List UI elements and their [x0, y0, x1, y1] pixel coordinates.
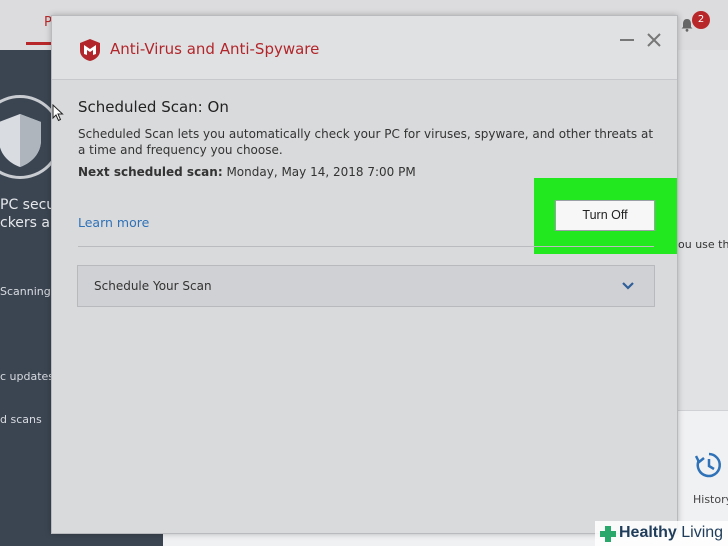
schedule-scan-accordion[interactable]: Schedule Your Scan	[77, 265, 655, 307]
watermark-bold: Healthy	[619, 524, 677, 541]
close-icon	[647, 33, 661, 47]
mcafee-logo-icon	[80, 39, 100, 61]
watermark-text: Healthy Living	[619, 524, 723, 542]
learn-more-link[interactable]: Learn more	[78, 215, 149, 230]
minimize-button[interactable]	[617, 30, 637, 50]
accordion-label: Schedule Your Scan	[94, 279, 212, 293]
plus-logo-icon	[600, 526, 616, 542]
sidebar-item-scanning[interactable]: Scanning	[0, 285, 51, 298]
anti-virus-dialog: Anti-Virus and Anti-Spyware Scheduled Sc…	[51, 15, 678, 534]
watermark: Healthy Living	[595, 521, 728, 546]
notification-badge: 2	[692, 11, 710, 29]
history-icon[interactable]	[695, 451, 723, 479]
next-scan-info: Next scheduled scan: Monday, May 14, 201…	[78, 165, 416, 179]
scan-status-heading: Scheduled Scan: On	[78, 98, 229, 116]
content-text-fragment: ou use th	[678, 238, 728, 251]
scan-description: Scheduled Scan lets you automatically ch…	[78, 127, 654, 157]
sidebar-item-updates[interactable]: c updates	[0, 370, 54, 383]
turn-off-button[interactable]: Turn Off	[555, 200, 655, 231]
dialog-header: Anti-Virus and Anti-Spyware	[52, 16, 677, 80]
chevron-down-icon	[622, 282, 634, 290]
dialog-title: Anti-Virus and Anti-Spyware	[110, 40, 320, 58]
shield-icon	[0, 114, 41, 167]
minimize-icon	[620, 39, 634, 41]
next-scan-value: Monday, May 14, 2018 7:00 PM	[226, 165, 416, 179]
mouse-cursor-icon	[52, 104, 64, 122]
active-tab-indicator	[26, 42, 52, 45]
history-label[interactable]: History	[693, 493, 728, 506]
next-scan-label: Next scheduled scan:	[78, 165, 223, 179]
sidebar-item-scans[interactable]: d scans	[0, 413, 42, 426]
section-divider	[78, 246, 654, 247]
close-button[interactable]	[644, 30, 664, 50]
watermark-thin: Living	[681, 524, 724, 541]
